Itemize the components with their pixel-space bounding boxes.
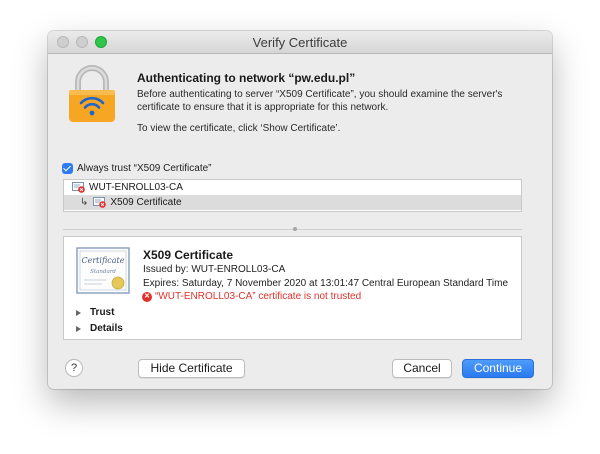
thumb-subtitle: Standard (90, 269, 116, 275)
hide-certificate-button[interactable]: Hide Certificate (138, 359, 245, 378)
checkbox-checked-icon[interactable] (62, 162, 73, 174)
dialog-description: Before authenticating to server “X509 Ce… (137, 89, 503, 113)
certificate-name: X509 Certificate (143, 248, 234, 262)
wifi-lock-icon (69, 65, 115, 122)
trust-disclosure[interactable]: Trust (76, 307, 114, 318)
trust-section-label: Trust (90, 307, 115, 318)
details-disclosure[interactable]: Details (76, 323, 123, 334)
certificate-untrusted-icon (72, 182, 85, 193)
dialog-heading: Authenticating to network “pw.edu.pl” (137, 71, 356, 85)
always-trust-checkbox[interactable]: Always trust “X509 Certificate” (62, 161, 212, 175)
tree-item-label: WUT-ENROLL03-CA (89, 182, 183, 193)
tree-item-root-ca[interactable]: WUT-ENROLL03-CA (64, 180, 521, 195)
split-handle[interactable] (293, 227, 297, 231)
dialog-instruction: To view the certificate, click ‘Show Cer… (137, 123, 341, 134)
disclosure-triangle-icon[interactable] (76, 325, 81, 332)
certificate-issuer: Issued by: WUT-ENROLL03-CA (143, 264, 286, 275)
verify-certificate-window: Verify Certificate Authenticating to net… (48, 31, 552, 389)
continue-button[interactable]: Continue (462, 359, 534, 378)
thumb-title: Certificate (82, 256, 125, 265)
certificate-detail-panel: Certificate Standard X509 Certificate Is… (63, 236, 522, 340)
details-section-label: Details (90, 323, 123, 334)
always-trust-label: Always trust “X509 Certificate” (77, 162, 212, 174)
trust-warning-text: “WUT-ENROLL03-CA” certificate is not tru… (155, 291, 362, 302)
certificate-untrusted-icon (93, 197, 107, 208)
tree-item-server-cert[interactable]: ↳ X509 Certificate (64, 195, 521, 210)
certificate-thumbnail-icon: Certificate Standard (76, 247, 130, 294)
tree-item-label: X509 Certificate (110, 197, 182, 208)
certificate-chain-tree: WUT-ENROLL03-CA ↳ X509 Certificate (63, 179, 522, 212)
error-icon: ✕ (142, 291, 152, 302)
trust-warning: ✕ “WUT-ENROLL03-CA” certificate is not t… (142, 291, 361, 302)
disclosure-triangle-icon[interactable] (76, 309, 81, 316)
window-title: Verify Certificate (252, 35, 348, 50)
cancel-button[interactable]: Cancel (392, 359, 452, 378)
child-arrow-icon: ↳ (80, 197, 89, 208)
title-bar: Verify Certificate (48, 31, 552, 54)
certificate-expiry: Expires: Saturday, 7 November 2020 at 13… (143, 278, 509, 289)
help-button[interactable]: ? (65, 359, 83, 377)
